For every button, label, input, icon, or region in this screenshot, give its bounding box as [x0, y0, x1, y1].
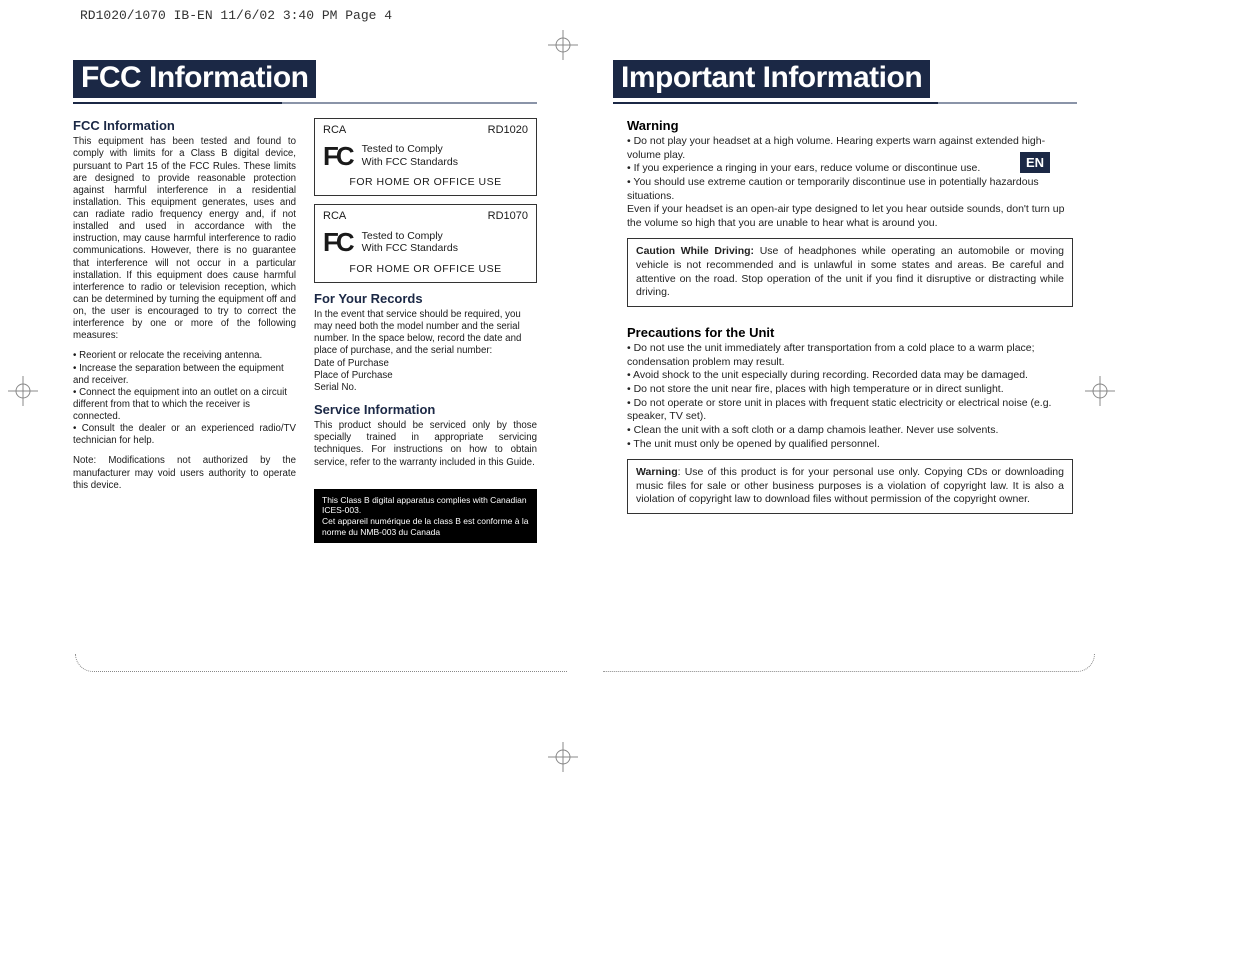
fcc-bullet-4: • Consult the dealer or an experienced r… [73, 423, 296, 447]
compliance-box-2: RCA RD1070 FC Tested to ComplyWith FCC St… [314, 204, 537, 282]
ices-box: This Class B digital apparatus complies … [314, 489, 537, 544]
caution-lead: Caution While Driving: [636, 245, 760, 257]
use-2: FOR HOME OR OFFICE USE [323, 263, 528, 276]
model-2: RD1070 [488, 210, 528, 224]
tested-1a: Tested to Comply [362, 143, 458, 156]
brand-2: RCA [323, 210, 346, 224]
prec-b6: • The unit must only be opened by qualif… [627, 438, 1073, 452]
warnbox-text: : Use of this product is for your person… [636, 466, 1064, 505]
prec-b5: • Clean the unit with a soft cloth or a … [627, 424, 1073, 438]
page-title-left: FCC Information [73, 60, 316, 98]
brand-1: RCA [323, 124, 346, 138]
tested-2b: With FCC Standards [362, 242, 458, 255]
prec-b4: • Do not operate or store unit in places… [627, 397, 1073, 424]
page-corner-right [603, 654, 1095, 672]
crop-mark-left [8, 376, 38, 406]
left-col-1: FCC Information This equipment has been … [73, 118, 296, 543]
compliance-box-1: RCA RD1020 FC Tested to ComplyWith FCC St… [314, 118, 537, 196]
service-body: This product should be serviced only by … [314, 420, 537, 469]
caution-box: Caution While Driving: Use of headphones… [627, 238, 1073, 307]
warning-box: Warning: Use of this product is for your… [627, 459, 1073, 514]
prec-b2: • Avoid shock to the unit especially dur… [627, 369, 1073, 383]
warn-b3: • You should use extreme caution or temp… [627, 176, 1073, 203]
records-heading: For Your Records [314, 291, 537, 307]
page-title-right: Important Information [613, 60, 930, 98]
page-corner-left [75, 654, 567, 672]
prec-b3: • Do not store the unit near fire, place… [627, 383, 1073, 397]
records-f1: Date of Purchase [314, 358, 537, 370]
prec-b1: • Do not use the unit immediately after … [627, 342, 1073, 369]
use-1: FOR HOME OR OFFICE USE [323, 176, 528, 189]
warn-b1: • Do not play your headset at a high vol… [627, 135, 1073, 162]
left-page: FCC Information FCC Information This equ… [55, 40, 555, 660]
ices-en: This Class B digital apparatus complies … [322, 495, 529, 516]
fcc-bullet-3: • Connect the equipment into an outlet o… [73, 387, 296, 423]
fcc-bullet-1: • Reorient or relocate the receiving ant… [73, 350, 296, 362]
records-body: In the event that service should be requ… [314, 309, 537, 358]
fcc-bullet-2: • Increase the separation between the eq… [73, 363, 296, 387]
right-page: Important Information Warning • Do not p… [595, 40, 1095, 660]
records-f2: Place of Purchase [314, 370, 537, 382]
tested-1b: With FCC Standards [362, 156, 458, 169]
fcc-note: Note: Modifications not authorized by th… [73, 455, 296, 491]
service-heading: Service Information [314, 402, 537, 418]
records-f3: Serial No. [314, 382, 537, 394]
warn-b2: • If you experience a ringing in your ea… [627, 162, 1073, 176]
fcc-body: This equipment has been tested and found… [73, 136, 296, 342]
left-col-2: RCARD1020 FC Tested to ComplyWith FCC St… [314, 118, 537, 543]
precautions-heading: Precautions for the Unit [627, 325, 1073, 340]
crop-mark-mid [548, 742, 578, 772]
warn-p4: Even if your headset is an open-air type… [627, 203, 1073, 230]
model-1: RD1020 [488, 124, 528, 138]
fcc-heading: FCC Information [73, 118, 296, 134]
page-spread: FCC Information FCC Information This equ… [55, 40, 1095, 660]
fcc-logo-icon: FC [323, 140, 352, 173]
print-header: RD1020/1070 IB-EN 11/6/02 3:40 PM Page 4 [80, 8, 392, 23]
warnbox-lead: Warning [636, 466, 678, 478]
ices-fr: Cet appareil numérique de la class B est… [322, 516, 529, 537]
tested-2a: Tested to Comply [362, 230, 458, 243]
warning-heading: Warning [627, 118, 1073, 133]
fcc-logo-icon: FC [323, 226, 352, 259]
